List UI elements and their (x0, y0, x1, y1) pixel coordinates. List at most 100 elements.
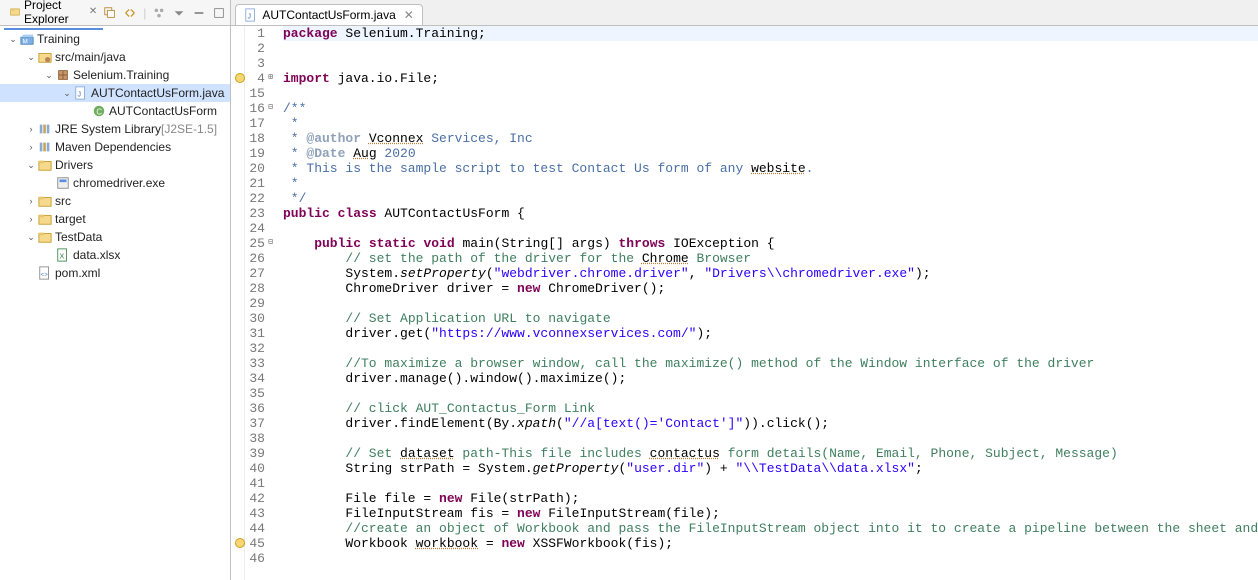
line-number[interactable]: 20 (249, 161, 265, 176)
fold-expand-icon[interactable]: ⊞ (264, 74, 273, 83)
code-line[interactable] (283, 221, 1258, 236)
code-line[interactable] (283, 431, 1258, 446)
chevron-right-icon[interactable]: › (24, 194, 38, 208)
code-line[interactable]: // Set dataset path-This file includes c… (283, 446, 1258, 461)
code-line[interactable]: FileInputStream fis = new FileInputStrea… (283, 506, 1258, 521)
line-number[interactable]: 24 (249, 221, 265, 236)
line-number[interactable]: 45 (249, 536, 265, 551)
line-number[interactable]: 41 (249, 476, 265, 491)
tree-item[interactable]: ⌄JAUTContactUsForm.java (0, 84, 230, 102)
fold-collapse-icon[interactable]: ⊟ (264, 239, 273, 248)
tree-item[interactable]: chromedriver.exe (0, 174, 230, 192)
line-number-gutter[interactable]: 1234⊞1516⊟171819202122232425⊟26272829303… (245, 26, 271, 580)
chevron-down-icon[interactable]: ⌄ (42, 68, 56, 82)
chevron-right-icon[interactable]: › (24, 212, 38, 226)
code-line[interactable] (283, 296, 1258, 311)
tree-item[interactable]: ⌄TestData (0, 228, 230, 246)
line-number[interactable]: 25⊟ (249, 236, 265, 251)
line-number[interactable]: 4⊞ (249, 71, 265, 86)
code-line[interactable]: String strPath = System.getProperty("use… (283, 461, 1258, 476)
code-line[interactable]: System.setProperty("webdriver.chrome.dri… (283, 266, 1258, 281)
tree-item[interactable]: ›src (0, 192, 230, 210)
code-line[interactable] (283, 41, 1258, 56)
chevron-down-icon[interactable]: ⌄ (24, 230, 38, 244)
code-line[interactable]: public static void main(String[] args) t… (283, 236, 1258, 251)
line-number[interactable]: 35 (249, 386, 265, 401)
code-line[interactable]: File file = new File(strPath); (283, 491, 1258, 506)
code-line[interactable]: public class AUTContactUsForm { (283, 206, 1258, 221)
tree-item[interactable]: Xdata.xlsx (0, 246, 230, 264)
tree-item[interactable]: ⌄MTraining (0, 30, 230, 48)
line-number[interactable]: 23 (249, 206, 265, 221)
view-menu-icon[interactable] (172, 6, 186, 20)
code-line[interactable]: * (283, 116, 1258, 131)
code-line[interactable]: package Selenium.Training; (283, 26, 1258, 41)
line-number[interactable]: 27 (249, 266, 265, 281)
line-number[interactable]: 15 (249, 86, 265, 101)
line-number[interactable]: 22 (249, 191, 265, 206)
line-number[interactable]: 18 (249, 131, 265, 146)
code-line[interactable]: // Set Application URL to navigate (283, 311, 1258, 326)
tree-item[interactable]: <>pom.xml (0, 264, 230, 282)
code-line[interactable]: // set the path of the driver for the Ch… (283, 251, 1258, 266)
line-number[interactable]: 3 (249, 56, 265, 71)
line-number[interactable]: 28 (249, 281, 265, 296)
code-line[interactable] (283, 551, 1258, 566)
code-line[interactable] (283, 386, 1258, 401)
link-editor-icon[interactable] (123, 6, 137, 20)
code-line[interactable]: import java.io.File; (283, 71, 1258, 86)
line-number[interactable]: 2 (249, 41, 265, 56)
line-number[interactable]: 21 (249, 176, 265, 191)
line-number[interactable]: 39 (249, 446, 265, 461)
code-line[interactable]: * @Date Aug 2020 (283, 146, 1258, 161)
line-number[interactable]: 36 (249, 401, 265, 416)
tree-item[interactable]: ›JRE System Library [J2SE-1.5] (0, 120, 230, 138)
line-number[interactable]: 37 (249, 416, 265, 431)
code-line[interactable]: //create an object of Workbook and pass … (283, 521, 1258, 536)
line-number[interactable]: 46 (249, 551, 265, 566)
line-number[interactable]: 44 (249, 521, 265, 536)
tree-item[interactable]: ⌄src/main/java (0, 48, 230, 66)
line-number[interactable]: 34 (249, 371, 265, 386)
line-number[interactable]: 43 (249, 506, 265, 521)
line-number[interactable]: 26 (249, 251, 265, 266)
fold-collapse-icon[interactable]: ⊟ (264, 104, 273, 113)
filter-icon[interactable] (152, 6, 166, 20)
tree-item[interactable]: CAUTContactUsForm (0, 102, 230, 120)
tree-item[interactable]: ›Maven Dependencies (0, 138, 230, 156)
line-number[interactable]: 30 (249, 311, 265, 326)
chevron-down-icon[interactable]: ⌄ (60, 86, 74, 100)
code-line[interactable]: driver.get("https://www.vconnexservices.… (283, 326, 1258, 341)
code-line[interactable]: Workbook workbook = new XSSFWorkbook(fis… (283, 536, 1258, 551)
chevron-down-icon[interactable]: ⌄ (24, 158, 38, 172)
code-line[interactable]: * This is the sample script to test Cont… (283, 161, 1258, 176)
line-number[interactable]: 1 (249, 26, 265, 41)
code-line[interactable]: //To maximize a browser window, call the… (283, 356, 1258, 371)
code-line[interactable] (283, 56, 1258, 71)
line-number[interactable]: 16⊟ (249, 101, 265, 116)
line-number[interactable]: 31 (249, 326, 265, 341)
line-number[interactable]: 42 (249, 491, 265, 506)
project-tree[interactable]: ⌄MTraining⌄src/main/java⌄Selenium.Traini… (0, 26, 230, 580)
line-number[interactable]: 19 (249, 146, 265, 161)
close-icon[interactable]: ✕ (89, 6, 97, 17)
minimize-icon[interactable] (192, 6, 206, 20)
tree-item[interactable]: ⌄Selenium.Training (0, 66, 230, 84)
code-line[interactable]: * (283, 176, 1258, 191)
line-number[interactable]: 29 (249, 296, 265, 311)
code-line[interactable] (283, 86, 1258, 101)
code-line[interactable]: * @author Vconnex Services, Inc (283, 131, 1258, 146)
maximize-icon[interactable] (212, 6, 226, 20)
code-line[interactable]: /** (283, 101, 1258, 116)
code-text[interactable]: package Selenium.Training; import java.i… (271, 26, 1258, 580)
line-number[interactable]: 40 (249, 461, 265, 476)
close-icon[interactable]: ✕ (404, 8, 414, 22)
code-line[interactable]: // click AUT_Contactus_Form Link (283, 401, 1258, 416)
chevron-down-icon[interactable]: ⌄ (6, 32, 20, 46)
line-number[interactable]: 33 (249, 356, 265, 371)
tree-item[interactable]: ›target (0, 210, 230, 228)
line-number[interactable]: 17 (249, 116, 265, 131)
code-line[interactable] (283, 476, 1258, 491)
code-line[interactable]: ChromeDriver driver = new ChromeDriver()… (283, 281, 1258, 296)
code-line[interactable]: */ (283, 191, 1258, 206)
